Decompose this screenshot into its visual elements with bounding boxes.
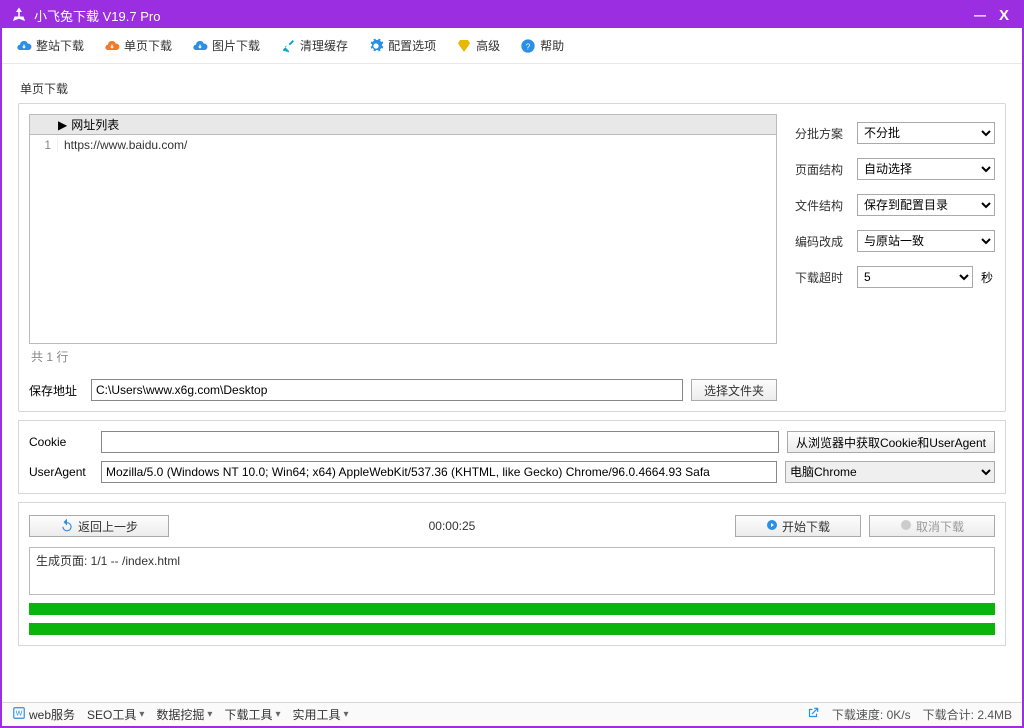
- ua-input[interactable]: [101, 461, 777, 483]
- toolbar-label: 配置选项: [388, 37, 436, 54]
- toolbar-clean-cache[interactable]: 清理缓存: [280, 37, 348, 54]
- download-total: 下载合计: 2.4MB: [923, 706, 1012, 723]
- batch-select[interactable]: 不分批: [857, 122, 995, 144]
- export-icon[interactable]: [806, 706, 820, 723]
- action-group: 返回上一步 00:00:25 开始下载 取消下载 生成页面: 1/1 -- /i…: [18, 502, 1006, 646]
- back-button[interactable]: 返回上一步: [29, 515, 169, 537]
- chevron-down-icon: ▾: [139, 709, 144, 720]
- toolbar-label: 清理缓存: [300, 37, 348, 54]
- section-label: 单页下载: [18, 74, 1006, 103]
- elapsed-timer: 00:00:25: [177, 519, 727, 533]
- timeout-label: 下载超时: [795, 269, 849, 286]
- progress-2: [29, 623, 995, 635]
- batch-label: 分批方案: [795, 125, 849, 142]
- file-label: 文件结构: [795, 197, 849, 214]
- svg-text:?: ?: [526, 42, 531, 51]
- svg-text:W: W: [16, 710, 23, 717]
- toolbar-label: 整站下载: [36, 37, 84, 54]
- cookie-input[interactable]: [101, 431, 779, 453]
- main-toolbar: 整站下载 单页下载 图片下载 清理缓存 配置选项 高级 ? 帮助: [2, 28, 1022, 64]
- statusbar: W web服务 SEO工具▾ 数据挖掘▾ 下载工具▾ 实用工具▾ 下载速度: 0…: [2, 702, 1022, 726]
- start-download-button[interactable]: 开始下载: [735, 515, 861, 537]
- url-list[interactable]: ▶ 网址列表 1 https://www.baidu.com/: [29, 114, 777, 344]
- cancel-download-button[interactable]: 取消下载: [869, 515, 995, 537]
- url-group: ▶ 网址列表 1 https://www.baidu.com/ 共 1 行 保存…: [18, 103, 1006, 412]
- minimize-button[interactable]: —: [970, 5, 990, 25]
- broom-icon: [280, 38, 296, 54]
- save-path-input[interactable]: [91, 379, 683, 401]
- status-seo[interactable]: SEO工具▾: [87, 706, 144, 723]
- log-output: 生成页面: 1/1 -- /index.html: [29, 547, 995, 595]
- toolbar-label: 高级: [476, 37, 500, 54]
- toolbar-image-download[interactable]: 图片下载: [192, 37, 260, 54]
- window-title: 小飞兔下载 V19.7 Pro: [34, 6, 966, 25]
- stop-icon: [900, 519, 912, 534]
- toolbar-label: 帮助: [540, 37, 564, 54]
- choose-folder-button[interactable]: 选择文件夹: [691, 379, 777, 401]
- status-download-tools[interactable]: 下载工具▾: [224, 706, 280, 723]
- url-count-label: 共 1 行: [29, 344, 777, 369]
- toolbar-help[interactable]: ? 帮助: [520, 37, 564, 54]
- get-cookie-button[interactable]: 从浏览器中获取Cookie和UserAgent: [787, 431, 995, 453]
- cloud-download-icon: [104, 38, 120, 54]
- toolbar-config[interactable]: 配置选项: [368, 37, 436, 54]
- close-button[interactable]: X: [994, 5, 1014, 25]
- download-speed: 下载速度: 0K/s: [832, 706, 911, 723]
- cookie-label: Cookie: [29, 435, 93, 449]
- url-header-label: 网址列表: [71, 116, 119, 133]
- chevron-down-icon: ▾: [344, 709, 349, 720]
- chevron-down-icon: ▾: [207, 709, 212, 720]
- url-row[interactable]: 1 https://www.baidu.com/: [30, 135, 776, 155]
- struct-select[interactable]: 自动选择: [857, 158, 995, 180]
- play-icon: [766, 519, 778, 534]
- timeout-select[interactable]: 5: [857, 266, 973, 288]
- toolbar-label: 图片下载: [212, 37, 260, 54]
- ua-label: UserAgent: [29, 465, 93, 479]
- url-text: https://www.baidu.com/: [58, 138, 187, 152]
- enc-label: 编码改成: [795, 233, 849, 250]
- cloud-download-icon: [192, 38, 208, 54]
- struct-label: 页面结构: [795, 161, 849, 178]
- help-icon: ?: [520, 38, 536, 54]
- progress-1: [29, 603, 995, 615]
- undo-icon: [60, 518, 74, 535]
- status-data-mining[interactable]: 数据挖掘▾: [156, 706, 212, 723]
- save-path-label: 保存地址: [29, 382, 83, 399]
- gear-icon: [368, 38, 384, 54]
- headers-group: Cookie 从浏览器中获取Cookie和UserAgent UserAgent…: [18, 420, 1006, 494]
- timeout-unit: 秒: [981, 269, 995, 286]
- toolbar-advanced[interactable]: 高级: [456, 37, 500, 54]
- status-web-service[interactable]: W web服务: [12, 706, 75, 723]
- status-utilities[interactable]: 实用工具▾: [292, 706, 348, 723]
- cloud-download-icon: [16, 38, 32, 54]
- toolbar-label: 单页下载: [124, 37, 172, 54]
- chevron-down-icon: ▾: [275, 709, 280, 720]
- titlebar: 小飞兔下载 V19.7 Pro — X: [2, 2, 1022, 28]
- triangle-right-icon: ▶: [58, 118, 67, 132]
- toolbar-page-download[interactable]: 单页下载: [104, 37, 172, 54]
- options-panel: 分批方案 不分批 页面结构 自动选择 文件结构 保存到配置目录 编码改成 与原站…: [795, 114, 995, 401]
- diamond-icon: [456, 38, 472, 54]
- web-icon: W: [12, 706, 26, 723]
- line-number: 1: [30, 138, 58, 152]
- app-logo-icon: [10, 6, 28, 24]
- url-list-header[interactable]: ▶ 网址列表: [30, 115, 776, 135]
- toolbar-site-download[interactable]: 整站下载: [16, 37, 84, 54]
- enc-select[interactable]: 与原站一致: [857, 230, 995, 252]
- file-select[interactable]: 保存到配置目录: [857, 194, 995, 216]
- ua-select[interactable]: 电脑Chrome: [785, 461, 995, 483]
